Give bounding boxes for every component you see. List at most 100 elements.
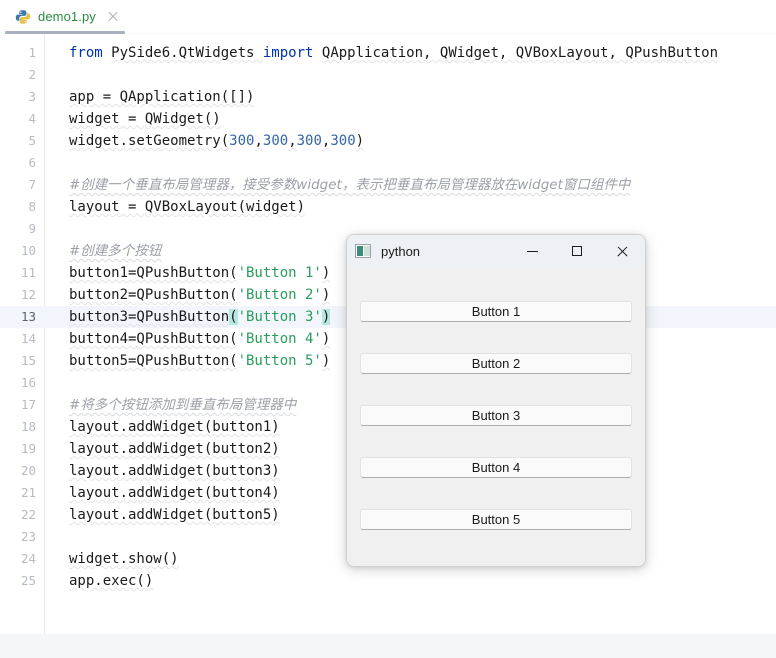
line-number: 21 — [0, 482, 36, 504]
code-token: 'Button 4' — [238, 331, 322, 347]
qt-push-button[interactable]: Button 2 — [360, 353, 632, 374]
code-token: layout.addWidget(button3) — [69, 463, 280, 479]
code-token: 'Button 5' — [238, 353, 322, 369]
qt-title-bar[interactable]: python — [347, 235, 645, 267]
line-content: widget.show() — [69, 548, 179, 570]
line-number: 16 — [0, 372, 36, 394]
code-line-6[interactable]: 6 — [0, 152, 776, 174]
code-token: 'Button 3' — [238, 309, 322, 325]
line-content: layout.addWidget(button3) — [69, 460, 280, 482]
tab-demo1-py[interactable]: demo1.py — [5, 0, 130, 33]
code-token: ) — [322, 287, 330, 303]
qt-application-window[interactable]: python Button 1Button 2Button 3Button 4B… — [346, 234, 646, 567]
code-token: widget = QWidget() — [69, 111, 221, 127]
line-content: button4=QPushButton('Button 4') — [69, 328, 330, 350]
code-token: ) — [356, 133, 364, 149]
line-content: widget = QWidget() — [69, 108, 221, 130]
line-number: 10 — [0, 240, 36, 262]
close-icon[interactable] — [106, 10, 120, 24]
code-token: ) — [322, 331, 330, 347]
maximize-button[interactable] — [555, 235, 600, 267]
code-token: button4=QPushButton( — [69, 331, 238, 347]
code-token: layout.addWidget(button1) — [69, 419, 280, 435]
code-token: 300 — [263, 133, 288, 149]
application-window: demo1.py 1 from PySide6.QtWidgets import … — [0, 0, 776, 658]
line-content: widget.setGeometry(300,300,300,300) — [69, 130, 364, 152]
code-token: QApplication, QWidget, QVBoxLayout, QPus… — [322, 45, 718, 61]
python-file-icon — [15, 9, 31, 25]
qt-push-button[interactable]: Button 4 — [360, 457, 632, 478]
qt-window-title: python — [381, 244, 420, 259]
code-token: app = QApplication([]) — [69, 89, 254, 105]
code-token: ) — [322, 353, 330, 369]
code-token: 300 — [229, 133, 254, 149]
code-token: layout.addWidget(button4) — [69, 485, 280, 501]
line-number: 24 — [0, 548, 36, 570]
editor-tab-bar: demo1.py — [0, 0, 776, 33]
code-line-3[interactable]: 3 app = QApplication([]) — [0, 86, 776, 108]
code-line-25[interactable]: 25 app.exec() — [0, 570, 776, 592]
line-content: layout.addWidget(button1) — [69, 416, 280, 438]
code-token: 'Button 1' — [238, 265, 322, 281]
close-button[interactable] — [600, 235, 645, 267]
code-line-8[interactable]: 8 layout = QVBoxLayout(widget) — [0, 196, 776, 218]
code-token: widget.setGeometry( — [69, 133, 229, 149]
line-number: 7 — [0, 174, 36, 196]
code-token: app.exec() — [69, 573, 153, 589]
code-token: layout = QVBoxLayout(widget) — [69, 199, 305, 215]
line-number: 2 — [0, 64, 36, 86]
line-number: 25 — [0, 570, 36, 592]
qt-push-button[interactable]: Button 1 — [360, 301, 632, 322]
code-token: , — [288, 133, 296, 149]
tab-label: demo1.py — [38, 9, 96, 24]
line-content: from PySide6.QtWidgets import QApplicati… — [69, 42, 718, 64]
code-token: from — [69, 45, 111, 61]
code-token: 'Button 2' — [238, 287, 322, 303]
line-content: #创建一个垂直布局管理器，接受参数widget，表示把垂直布局管理器放在widg… — [69, 174, 630, 196]
line-number: 19 — [0, 438, 36, 460]
code-token: button3=QPushButton — [69, 309, 229, 325]
line-content: layout.addWidget(button2) — [69, 438, 280, 460]
qt-push-button[interactable]: Button 5 — [360, 509, 632, 530]
code-token: layout.addWidget(button5) — [69, 507, 280, 523]
code-token: , — [254, 133, 262, 149]
code-token: button1=QPushButton( — [69, 265, 238, 281]
code-token: button5=QPushButton( — [69, 353, 238, 369]
code-line-2[interactable]: 2 — [0, 64, 776, 86]
line-number: 15 — [0, 350, 36, 372]
line-number: 14 — [0, 328, 36, 350]
line-number: 12 — [0, 284, 36, 306]
code-token: PySide6.QtWidgets — [111, 45, 263, 61]
line-number: 4 — [0, 108, 36, 130]
qt-push-button[interactable]: Button 3 — [360, 405, 632, 426]
code-token: ) — [322, 309, 330, 325]
code-line-7[interactable]: 7 #创建一个垂直布局管理器，接受参数widget，表示把垂直布局管理器放在wid… — [0, 174, 776, 196]
line-content: layout.addWidget(button5) — [69, 504, 280, 526]
qt-window-content: Button 1 Button 2 Button 3 Button 4 Button 5 — [347, 267, 645, 566]
code-token: widget.show() — [69, 551, 179, 567]
line-number: 8 — [0, 196, 36, 218]
line-number: 11 — [0, 262, 36, 284]
line-number: 1 — [0, 42, 36, 64]
code-line-5[interactable]: 5 widget.setGeometry(300,300,300,300) — [0, 130, 776, 152]
code-token: 300 — [297, 133, 322, 149]
code-line-1[interactable]: 1 from PySide6.QtWidgets import QApplicat… — [0, 42, 776, 64]
line-content: button1=QPushButton('Button 1') — [69, 262, 330, 284]
line-number: 9 — [0, 218, 36, 240]
code-token: #将多个按钮添加到垂直布局管理器中 — [69, 397, 296, 413]
line-number: 3 — [0, 86, 36, 108]
code-token: import — [263, 45, 322, 61]
minimize-button[interactable] — [510, 235, 555, 267]
line-content: layout = QVBoxLayout(widget) — [69, 196, 305, 218]
line-number: 17 — [0, 394, 36, 416]
code-token: layout.addWidget(button2) — [69, 441, 280, 457]
line-number: 13 — [0, 306, 36, 328]
bottom-tool-panel — [0, 634, 776, 658]
line-number: 23 — [0, 526, 36, 548]
code-token: #创建一个垂直布局管理器，接受参数widget，表示把垂直布局管理器放在widg… — [69, 177, 630, 193]
code-line-4[interactable]: 4 widget = QWidget() — [0, 108, 776, 130]
line-number: 18 — [0, 416, 36, 438]
line-content: app = QApplication([]) — [69, 86, 254, 108]
line-content: #将多个按钮添加到垂直布局管理器中 — [69, 394, 296, 416]
line-number: 5 — [0, 130, 36, 152]
